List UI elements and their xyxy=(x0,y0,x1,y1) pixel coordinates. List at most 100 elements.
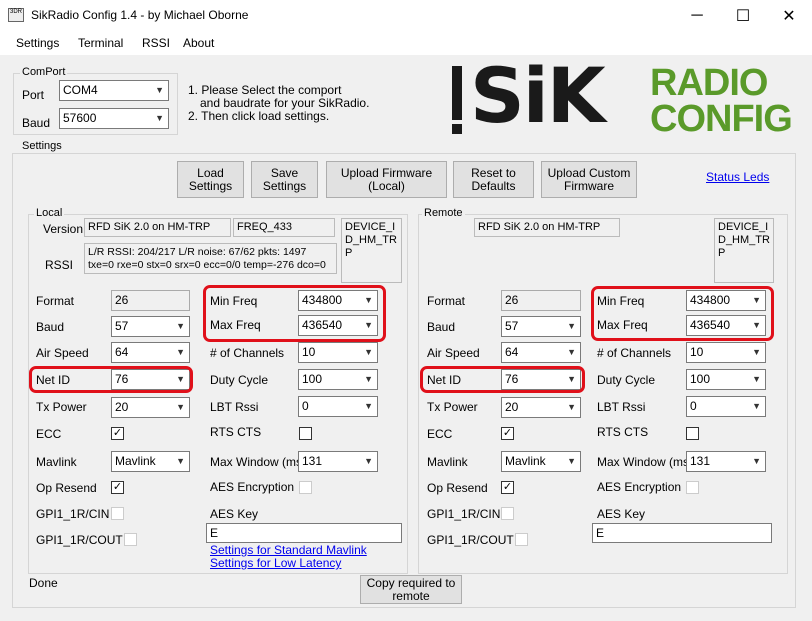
local-gpi1-label: GPI1_1R/CIN xyxy=(36,507,110,521)
local-ecc-label: ECC xyxy=(36,427,62,441)
local-lbt-label: LBT Rssi xyxy=(210,400,259,414)
sik-radio-logo: SiK RADIO CONFIG xyxy=(450,56,798,142)
minimize-button[interactable]: ─ xyxy=(674,0,720,31)
remote-lbt-select[interactable]: 0 ▼ xyxy=(686,396,766,417)
local-mavlink-label: Mavlink xyxy=(36,455,77,469)
remote-gpi2-checkbox[interactable] xyxy=(515,533,528,546)
remote-txpower-select[interactable]: 20 ▼ xyxy=(501,397,581,418)
local-aes-enc-checkbox[interactable] xyxy=(299,481,312,494)
chevron-down-icon: ▼ xyxy=(176,456,185,466)
local-group-title: Local xyxy=(34,207,65,219)
status-leds-link[interactable]: Status Leds xyxy=(706,170,769,184)
remote-baud-label: Baud xyxy=(427,320,456,334)
remote-aes-key-input[interactable]: E xyxy=(592,523,772,543)
local-maxwin-select[interactable]: 131 ▼ xyxy=(298,451,378,472)
local-channels-select[interactable]: 10 ▼ xyxy=(298,342,378,363)
local-rssi-box: L/R RSSI: 204/217 L/R noise: 67/62 pkts:… xyxy=(84,243,337,274)
remote-group-title: Remote xyxy=(422,207,465,219)
local-mavlink-select[interactable]: Mavlink ▼ xyxy=(111,451,190,472)
chevron-down-icon: ▼ xyxy=(155,113,164,123)
local-txpower-select[interactable]: 20 ▼ xyxy=(111,397,190,418)
remote-aes-enc-label: AES Encryption xyxy=(597,480,682,494)
remote-baud-select[interactable]: 57 ▼ xyxy=(501,316,581,337)
remote-aes-key-label: AES Key xyxy=(597,507,646,521)
remote-netid-highlight xyxy=(420,366,585,393)
menu-terminal[interactable]: Terminal xyxy=(78,36,123,50)
chevron-down-icon: ▼ xyxy=(752,456,761,466)
remote-channels-select[interactable]: 10 ▼ xyxy=(686,342,766,363)
local-gpi1-checkbox[interactable] xyxy=(111,507,124,520)
local-txpower-value: 20 xyxy=(115,400,129,414)
local-device-id-line2: D_HM_TR xyxy=(345,234,397,246)
remote-maxwin-value: 131 xyxy=(690,454,711,468)
copy-line2: remote xyxy=(392,588,430,603)
reset-defaults-button[interactable]: Reset to Defaults xyxy=(453,161,534,198)
close-button[interactable]: ✕ xyxy=(766,0,812,31)
remote-ecc-checkbox[interactable]: ✓ xyxy=(501,427,514,440)
local-format-label: Format xyxy=(36,294,75,308)
reset-line1: Reset to xyxy=(471,165,516,180)
logo-sik-text: SiK xyxy=(470,51,606,140)
local-lbt-select[interactable]: 0 ▼ xyxy=(298,396,378,417)
remote-rtscts-checkbox[interactable] xyxy=(686,427,699,440)
remote-gpi1-checkbox[interactable] xyxy=(501,507,514,520)
settings-low-latency-link[interactable]: Settings for Low Latency xyxy=(210,556,341,570)
remote-format-label: Format xyxy=(427,294,466,308)
local-channels-value: 10 xyxy=(302,345,316,359)
save-settings-button[interactable]: Save Settings xyxy=(251,161,318,198)
remote-format-value: 26 xyxy=(501,290,581,311)
port-select[interactable]: COM4 ▼ xyxy=(59,80,169,101)
local-airspeed-value: 64 xyxy=(115,345,129,359)
maximize-button[interactable]: ☐ xyxy=(720,0,766,31)
remote-mavlink-label: Mavlink xyxy=(427,455,468,469)
local-version-box: RFD SiK 2.0 on HM-TRP xyxy=(84,218,231,237)
remote-opresend-checkbox[interactable]: ✓ xyxy=(501,481,514,494)
save-line2: Settings xyxy=(262,178,307,193)
reset-line2: Defaults xyxy=(471,178,516,193)
menu-settings[interactable]: Settings xyxy=(16,36,59,50)
upload-custom-firmware-button[interactable]: Upload Custom Firmware xyxy=(541,161,637,198)
remote-airspeed-select[interactable]: 64 ▼ xyxy=(501,342,581,363)
status-text: Done xyxy=(29,576,58,590)
port-label: Port xyxy=(22,88,45,102)
menu-about[interactable]: About xyxy=(183,36,214,50)
remote-duty-select[interactable]: 100 ▼ xyxy=(686,369,766,390)
remote-aes-enc-checkbox[interactable] xyxy=(686,481,699,494)
local-freq-box: FREQ_433 xyxy=(233,218,335,237)
local-airspeed-select[interactable]: 64 ▼ xyxy=(111,342,190,363)
local-gpi2-checkbox[interactable] xyxy=(124,533,137,546)
remote-mavlink-select[interactable]: Mavlink ▼ xyxy=(501,451,581,472)
chevron-down-icon: ▼ xyxy=(567,347,576,357)
copy-line1: Copy required to xyxy=(366,575,456,590)
remote-mavlink-value: Mavlink xyxy=(505,454,546,468)
local-duty-label: Duty Cycle xyxy=(210,373,269,387)
local-opresend-checkbox[interactable]: ✓ xyxy=(111,481,124,494)
local-aes-key-input[interactable]: E xyxy=(206,523,402,543)
upload-firmware-button[interactable]: Upload Firmware (Local) xyxy=(326,161,447,198)
load-settings-button[interactable]: Load Settings xyxy=(177,161,244,198)
local-baud-select[interactable]: 57 ▼ xyxy=(111,316,190,337)
remote-gpi2-label: GPI1_1R/COUT xyxy=(427,533,514,547)
settings-standard-mavlink-link[interactable]: Settings for Standard Mavlink xyxy=(210,543,367,557)
remote-opresend-label: Op Resend xyxy=(427,481,488,495)
copy-to-remote-button[interactable]: Copy required to remote xyxy=(360,575,462,604)
local-duty-select[interactable]: 100 ▼ xyxy=(298,369,378,390)
chevron-down-icon: ▼ xyxy=(567,321,576,331)
baud-value: 57600 xyxy=(63,111,97,125)
local-airspeed-label: Air Speed xyxy=(36,346,89,360)
baud-select[interactable]: 57600 ▼ xyxy=(59,108,169,129)
local-format-value: 26 xyxy=(111,290,190,311)
local-rtscts-checkbox[interactable] xyxy=(299,427,312,440)
port-value: COM4 xyxy=(63,83,98,97)
remote-device-id-box: DEVICE_I D_HM_TR P xyxy=(714,218,774,283)
menu-rssi[interactable]: RSSI xyxy=(142,36,170,50)
local-ecc-checkbox[interactable]: ✓ xyxy=(111,427,124,440)
local-baud-value: 57 xyxy=(115,319,129,333)
local-maxwin-label: Max Window (ms) xyxy=(210,455,307,469)
local-gpi2-label: GPI1_1R/COUT xyxy=(36,533,123,547)
remote-maxwin-select[interactable]: 131 ▼ xyxy=(686,451,766,472)
remote-channels-label: # of Channels xyxy=(597,346,672,360)
settings-group-title: Settings xyxy=(20,140,64,152)
local-netid-highlight xyxy=(29,366,193,393)
remote-duty-label: Duty Cycle xyxy=(597,373,656,387)
